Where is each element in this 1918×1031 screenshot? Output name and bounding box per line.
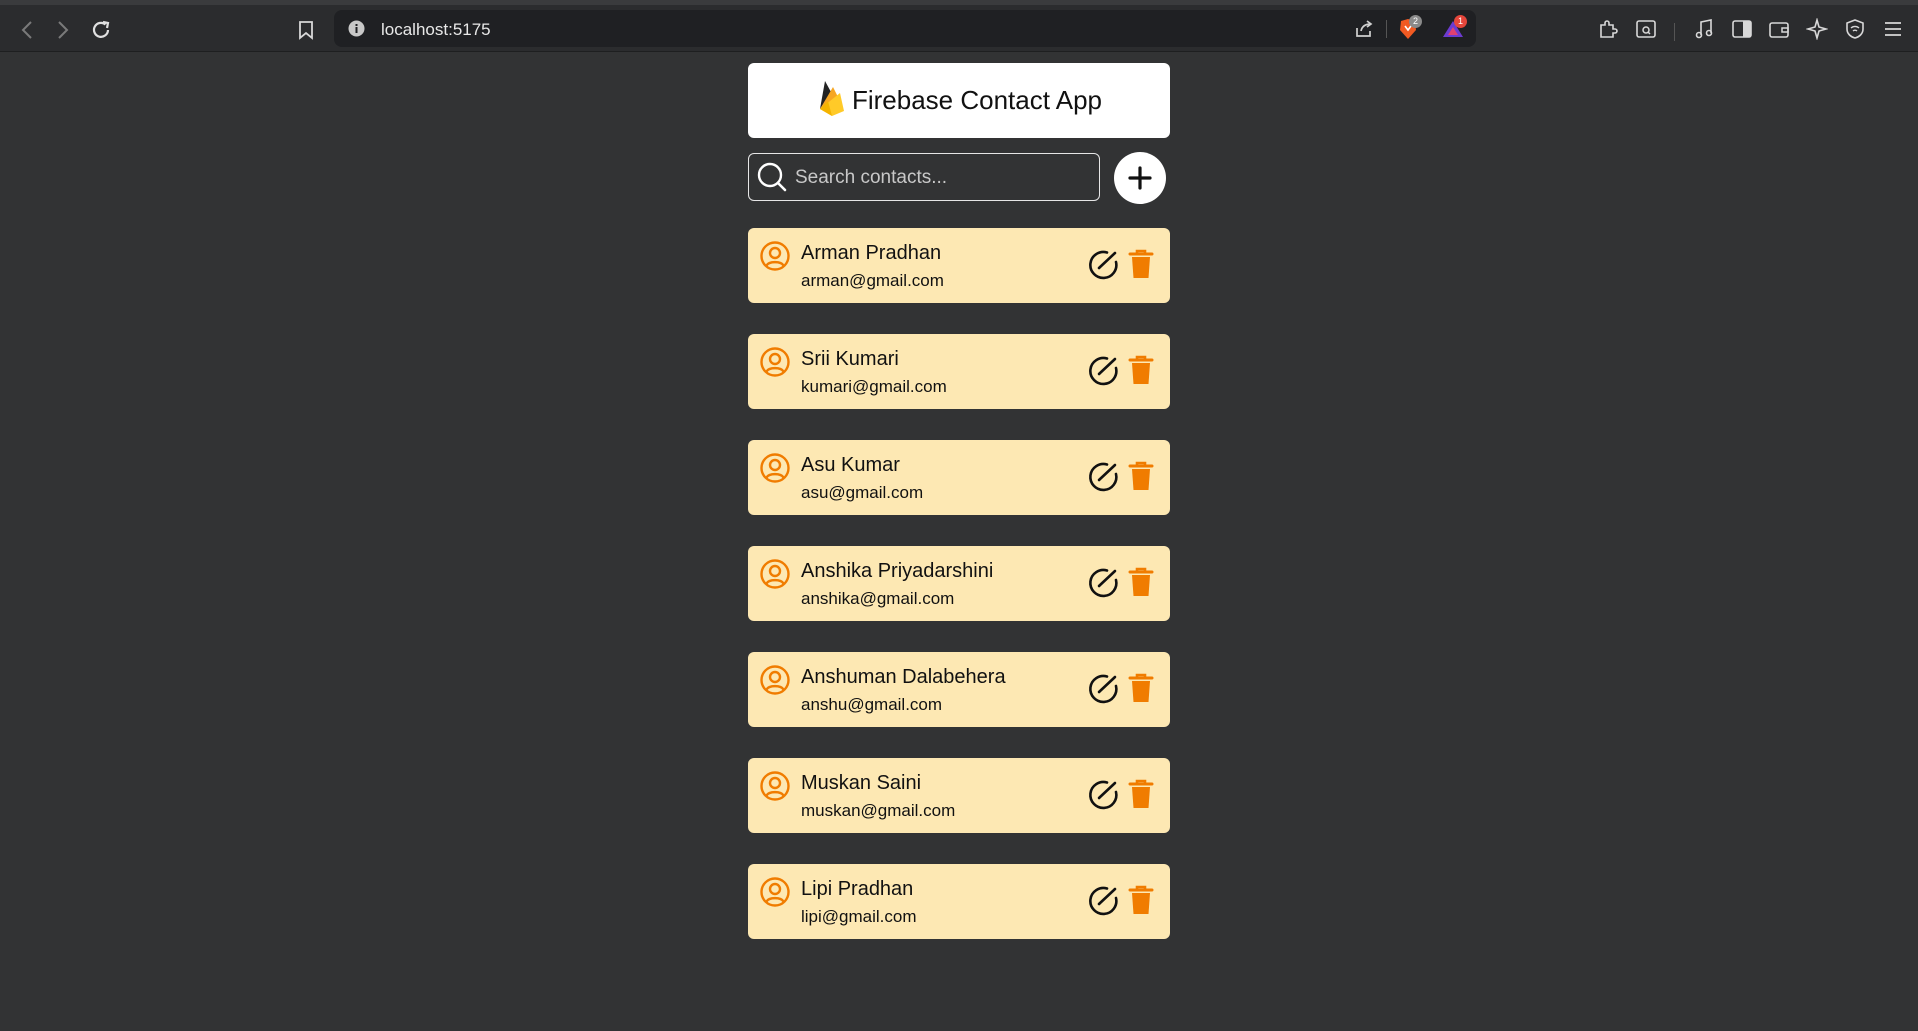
user-avatar-icon: [759, 558, 791, 595]
edit-icon[interactable]: [1087, 566, 1121, 605]
trash-icon[interactable]: [1127, 778, 1155, 815]
trash-icon[interactable]: [1127, 354, 1155, 391]
brave-rewards-icon[interactable]: 1: [1442, 15, 1467, 44]
edit-icon[interactable]: [1087, 672, 1121, 711]
user-avatar-icon: [759, 664, 791, 701]
menu-icon[interactable]: [1882, 18, 1904, 45]
trash-icon[interactable]: [1127, 672, 1155, 709]
contact-name: Anshika Priyadarshini: [801, 560, 994, 582]
contact-card: Srii Kumari kumari@gmail.com: [748, 334, 1170, 409]
add-contact-button[interactable]: [1114, 152, 1166, 204]
forward-icon[interactable]: [50, 17, 76, 43]
contact-name: Srii Kumari: [801, 348, 899, 370]
contact-card: Arman Pradhan arman@gmail.com: [748, 228, 1170, 303]
vpn-icon[interactable]: [1844, 18, 1866, 45]
tab-search-icon[interactable]: [1635, 18, 1657, 45]
sidebar-icon[interactable]: [1731, 18, 1753, 45]
edit-icon[interactable]: [1087, 248, 1121, 287]
wallet-icon[interactable]: [1768, 18, 1790, 45]
site-info-icon[interactable]: [348, 20, 365, 42]
contact-name: Anshuman Dalabehera: [801, 666, 1006, 688]
browser-toolbar: localhost:5175 2 1: [0, 0, 1918, 52]
back-icon[interactable]: [14, 17, 40, 43]
media-icon[interactable]: [1693, 18, 1715, 45]
app-title: Firebase Contact App: [851, 85, 1103, 115]
edit-icon[interactable]: [1087, 884, 1121, 923]
brave-shield-icon[interactable]: 2: [1398, 15, 1422, 45]
contact-card: Anshuman Dalabehera anshu@gmail.com: [748, 652, 1170, 727]
app-header: Firebase Contact App: [748, 63, 1170, 138]
shield-count-badge: 2: [1409, 15, 1422, 28]
user-avatar-icon: [759, 240, 791, 277]
user-avatar-icon: [759, 876, 791, 913]
extensions-icon[interactable]: [1597, 18, 1619, 45]
trash-icon[interactable]: [1127, 248, 1155, 285]
trash-icon[interactable]: [1127, 460, 1155, 497]
contact-email: anshu@gmail.com: [801, 695, 943, 714]
trash-icon[interactable]: [1127, 884, 1155, 921]
user-avatar-icon: [759, 346, 791, 383]
bookmark-icon[interactable]: [293, 17, 319, 43]
edit-icon[interactable]: [1087, 460, 1121, 499]
contact-email: asu@gmail.com: [801, 483, 924, 502]
contact-email: muskan@gmail.com: [801, 801, 956, 820]
address-bar[interactable]: localhost:5175 2 1: [334, 10, 1476, 47]
firebase-logo-icon: [816, 79, 848, 122]
edit-icon[interactable]: [1087, 354, 1121, 393]
contact-email: lipi@gmail.com: [801, 907, 917, 926]
user-avatar-icon: [759, 770, 791, 807]
contact-card: Lipi Pradhan lipi@gmail.com: [748, 864, 1170, 939]
toolbar-divider: [0, 51, 1918, 52]
rewards-count-badge: 1: [1454, 15, 1467, 28]
contact-card: Muskan Saini muskan@gmail.com: [748, 758, 1170, 833]
leo-ai-icon[interactable]: [1805, 17, 1829, 45]
contact-card: Anshika Priyadarshini anshika@gmail.com: [748, 546, 1170, 621]
contact-email: anshika@gmail.com: [801, 589, 955, 608]
contact-email: kumari@gmail.com: [801, 377, 947, 396]
contact-email: arman@gmail.com: [801, 271, 944, 290]
search-icon: [756, 161, 788, 198]
trash-icon[interactable]: [1127, 566, 1155, 603]
plus-icon: [1128, 166, 1152, 190]
user-avatar-icon: [759, 452, 791, 489]
url-text[interactable]: localhost:5175: [381, 20, 491, 40]
contact-name: Asu Kumar: [801, 454, 900, 476]
contact-name: Muskan Saini: [801, 772, 922, 794]
contact-name: Arman Pradhan: [801, 242, 942, 264]
search-field[interactable]: [748, 153, 1100, 201]
search-input[interactable]: [793, 162, 1087, 194]
share-icon[interactable]: [1354, 19, 1374, 44]
reload-icon[interactable]: [88, 17, 114, 43]
edit-icon[interactable]: [1087, 778, 1121, 817]
contact-card: Asu Kumar asu@gmail.com: [748, 440, 1170, 515]
contact-name: Lipi Pradhan: [801, 878, 914, 900]
